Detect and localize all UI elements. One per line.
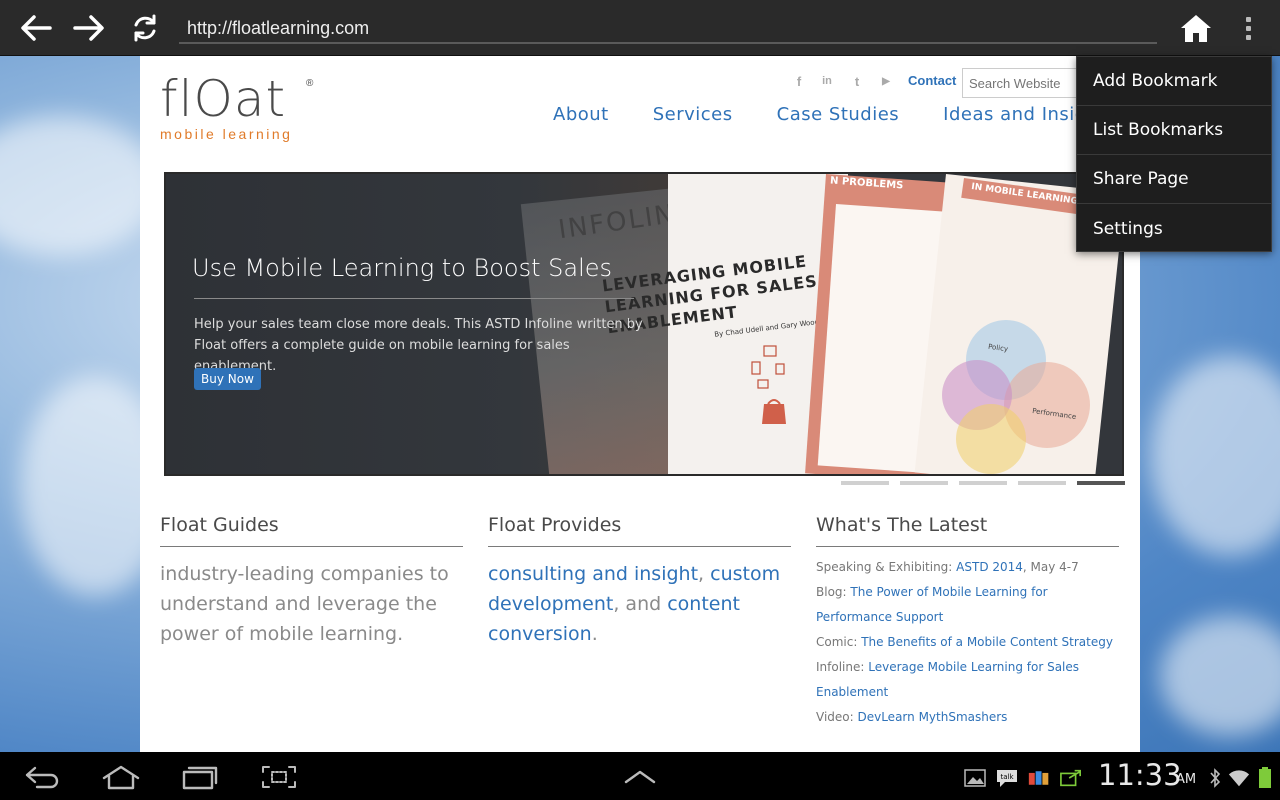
menu-item-share-page[interactable]: Share Page [1077,155,1271,204]
section-title: What's The Latest [816,514,1119,547]
carousel-dot-active[interactable] [1077,481,1125,485]
item-prefix: Blog: [816,585,851,599]
menu-item-settings[interactable]: Settings [1077,204,1271,253]
item-link[interactable]: DevLearn MythSmashers [857,710,1007,724]
item-link[interactable]: ASTD 2014 [956,560,1023,574]
system-back-icon[interactable] [20,762,64,792]
back-arrow-icon[interactable] [16,8,56,48]
linkedin-icon[interactable]: in [819,73,835,89]
item-prefix: Video: [816,710,858,724]
item-suffix: , May 4-7 [1022,560,1079,574]
nav-case-studies[interactable]: Case Studies [777,104,900,125]
consulting-link[interactable]: consulting and insight [488,563,698,585]
item-prefix: Speaking & Exhibiting: [816,560,957,574]
list-item: Blog: The Power of Mobile Learning for P… [816,580,1119,630]
system-navigation-bar: talk 11:33 AM [0,752,1280,800]
twitter-icon[interactable]: t [849,73,865,89]
carousel-dot[interactable] [1018,481,1066,485]
item-prefix: Comic: [816,635,862,649]
battery-icon [1254,767,1276,788]
separator: , [698,563,711,585]
url-input[interactable] [187,16,1147,40]
hero-title: Use Mobile Learning to Boost Sales [192,254,613,282]
list-item: Infoline: Leverage Mobile Learning for S… [816,655,1119,705]
registered-mark: ® [306,78,314,89]
hero-carousel[interactable]: INFOLINE LEVERAGING MOBILE LEARNING FOR … [164,172,1124,476]
talk-notification-icon[interactable]: talk [996,768,1018,788]
gallery-notification-icon[interactable] [964,768,986,788]
mobile-devices-illustration-icon [751,345,786,424]
menu-item-add-bookmark[interactable]: Add Bookmark [1077,57,1271,106]
nav-services[interactable]: Services [653,104,733,125]
home-icon[interactable] [1176,8,1216,48]
refresh-icon[interactable] [125,8,165,48]
status-clock: 11:33 [1098,758,1182,792]
menu-item-list-bookmarks[interactable]: List Bookmarks [1077,106,1271,155]
youtube-icon[interactable]: ▶ [878,73,894,89]
carousel-dot[interactable] [841,481,889,485]
bluetooth-icon [1204,768,1226,788]
expand-up-icon[interactable] [618,762,662,792]
latest-list: Speaking & Exhibiting: ASTD 2014, May 4-… [816,555,1119,730]
hero-divider [194,298,634,299]
float-logo[interactable]: flOat mobile learning ® [160,74,320,142]
section-title: Float Provides [488,514,791,547]
list-item: Speaking & Exhibiting: ASTD 2014, May 4-… [816,555,1119,580]
buy-now-button[interactable]: Buy Now [194,368,261,390]
float-provides-section: Float Provides consulting and insight, c… [488,514,791,649]
facebook-icon[interactable]: f [791,73,807,89]
section-title: Float Guides [160,514,463,547]
separator: . [591,623,598,645]
separator: , and [613,593,668,615]
contact-link[interactable]: Contact [908,73,956,88]
wifi-icon [1228,768,1250,788]
overflow-dropdown-menu: Add Bookmark List Bookmarks Share Page S… [1076,56,1272,252]
venn-circle [956,404,1026,474]
forward-arrow-icon[interactable] [69,8,109,48]
carousel-pager [841,481,1125,485]
carousel-dot[interactable] [959,481,1007,485]
web-page: flOat mobile learning ® f in t ▶ Contact… [140,56,1140,752]
hero-description: Help your sales team close more deals. T… [194,317,643,374]
item-prefix: Infoline: [816,660,869,674]
system-home-icon[interactable] [99,762,143,792]
carousel-dot[interactable] [900,481,948,485]
logo-tagline: mobile learning [160,126,293,142]
overflow-menu-icon[interactable] [1234,10,1262,46]
list-item: Comic: The Benefits of a Mobile Content … [816,630,1119,655]
svg-text:talk: talk [1000,773,1014,781]
whats-the-latest-section: What's The Latest Speaking & Exhibiting:… [816,514,1119,730]
float-guides-section: Float Guides industry-leading companies … [160,514,463,649]
section-body: consulting and insight, custom developme… [488,559,791,649]
item-link[interactable]: The Benefits of a Mobile Content Strateg… [861,635,1113,649]
list-item: Video: DevLearn MythSmashers [816,705,1119,730]
item-link[interactable]: The Power of Mobile Learning for Perform… [816,585,1048,624]
logo-wordmark: flOat [160,70,287,128]
sync-notification-icon[interactable] [1060,768,1082,788]
screenshot-icon[interactable] [257,762,301,792]
browser-toolbar [0,0,1280,56]
search-website-input[interactable] [962,68,1082,98]
section-body: industry-leading companies to understand… [160,563,449,645]
media-notification-icon[interactable] [1028,768,1050,788]
recent-apps-icon[interactable] [178,762,222,792]
address-bar[interactable] [179,12,1157,44]
status-ampm: AM [1176,772,1197,787]
site-main-nav: About Services Case Studies Ideas and In… [553,104,1140,125]
nav-about[interactable]: About [553,104,609,125]
